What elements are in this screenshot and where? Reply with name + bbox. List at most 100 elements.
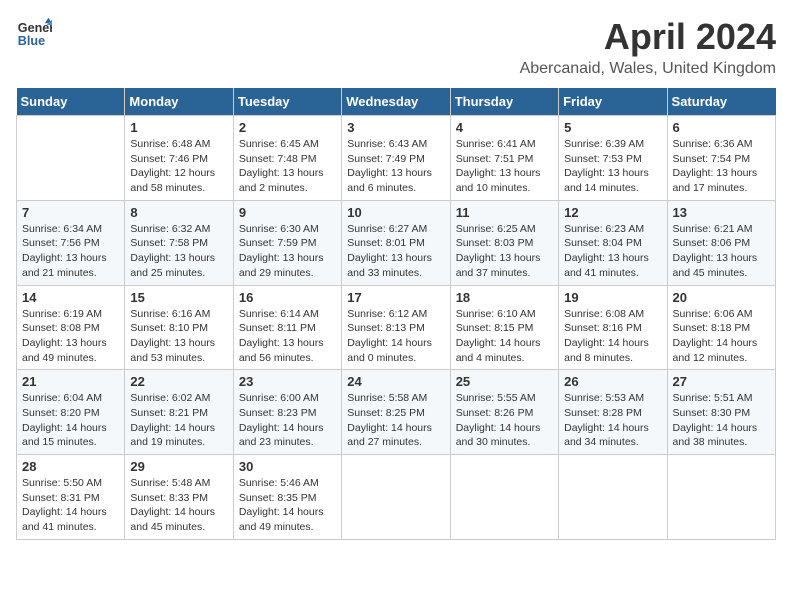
day-info: Sunrise: 6:41 AM Sunset: 7:51 PM Dayligh…: [456, 137, 553, 196]
calendar-cell: 17 Sunrise: 6:12 AM Sunset: 8:13 PM Dayli…: [342, 285, 450, 370]
calendar-cell: 19 Sunrise: 6:08 AM Sunset: 8:16 PM Dayli…: [559, 285, 667, 370]
day-number: 23: [239, 374, 336, 389]
col-header-monday: Monday: [125, 88, 233, 116]
col-header-thursday: Thursday: [450, 88, 558, 116]
day-number: 21: [22, 374, 119, 389]
day-number: 13: [673, 205, 770, 220]
calendar-cell: 2Sunrise: 6:45 AM Sunset: 7:48 PM Daylig…: [233, 116, 341, 201]
day-info: Sunrise: 6:16 AM Sunset: 8:10 PM Dayligh…: [130, 307, 227, 366]
day-info: Sunrise: 6:32 AM Sunset: 7:58 PM Dayligh…: [130, 222, 227, 281]
day-number: 14: [22, 290, 119, 305]
day-info: Sunrise: 5:48 AM Sunset: 8:33 PM Dayligh…: [130, 476, 227, 535]
week-row-2: 7Sunrise: 6:34 AM Sunset: 7:56 PM Daylig…: [17, 200, 776, 285]
day-info: Sunrise: 6:30 AM Sunset: 7:59 PM Dayligh…: [239, 222, 336, 281]
calendar-cell: 23 Sunrise: 6:00 AM Sunset: 8:23 PM Dayli…: [233, 370, 341, 455]
calendar-cell: 26 Sunrise: 5:53 AM Sunset: 8:28 PM Dayli…: [559, 370, 667, 455]
day-number: 12: [564, 205, 661, 220]
calendar-cell: 12Sunrise: 6:23 AM Sunset: 8:04 PM Dayli…: [559, 200, 667, 285]
logo-icon: General Blue: [16, 16, 52, 52]
day-number: 22: [130, 374, 227, 389]
logo: General Blue: [16, 16, 52, 52]
day-number: 7: [22, 205, 119, 220]
day-number: 26: [564, 374, 661, 389]
calendar-cell: [17, 116, 125, 201]
day-number: 29: [130, 459, 227, 474]
day-info: Sunrise: 5:53 AM Sunset: 8:28 PM Dayligh…: [564, 391, 661, 450]
calendar-cell: 7Sunrise: 6:34 AM Sunset: 7:56 PM Daylig…: [17, 200, 125, 285]
day-info: Sunrise: 6:39 AM Sunset: 7:53 PM Dayligh…: [564, 137, 661, 196]
calendar-cell: [667, 455, 775, 540]
calendar-cell: 5 Sunrise: 6:39 AM Sunset: 7:53 PM Daylig…: [559, 116, 667, 201]
calendar-cell: 11 Sunrise: 6:25 AM Sunset: 8:03 PM Dayli…: [450, 200, 558, 285]
day-info: Sunrise: 6:00 AM Sunset: 8:23 PM Dayligh…: [239, 391, 336, 450]
calendar-cell: 6Sunrise: 6:36 AM Sunset: 7:54 PM Daylig…: [667, 116, 775, 201]
day-number: 18: [456, 290, 553, 305]
calendar-cell: 1 Sunrise: 6:48 AM Sunset: 7:46 PM Daylig…: [125, 116, 233, 201]
day-info: Sunrise: 6:06 AM Sunset: 8:18 PM Dayligh…: [673, 307, 770, 366]
calendar-cell: 9 Sunrise: 6:30 AM Sunset: 7:59 PM Daylig…: [233, 200, 341, 285]
calendar-cell: 13 Sunrise: 6:21 AM Sunset: 8:06 PM Dayli…: [667, 200, 775, 285]
col-header-sunday: Sunday: [17, 88, 125, 116]
calendar-cell: [342, 455, 450, 540]
day-info: Sunrise: 6:02 AM Sunset: 8:21 PM Dayligh…: [130, 391, 227, 450]
calendar-cell: 28Sunrise: 5:50 AM Sunset: 8:31 PM Dayli…: [17, 455, 125, 540]
col-header-wednesday: Wednesday: [342, 88, 450, 116]
day-number: 20: [673, 290, 770, 305]
day-info: Sunrise: 6:25 AM Sunset: 8:03 PM Dayligh…: [456, 222, 553, 281]
day-info: Sunrise: 6:19 AM Sunset: 8:08 PM Dayligh…: [22, 307, 119, 366]
calendar-cell: 15 Sunrise: 6:16 AM Sunset: 8:10 PM Dayli…: [125, 285, 233, 370]
header-row: SundayMondayTuesdayWednesdayThursdayFrid…: [17, 88, 776, 116]
day-number: 24: [347, 374, 444, 389]
day-number: 9: [239, 205, 336, 220]
day-info: Sunrise: 6:21 AM Sunset: 8:06 PM Dayligh…: [673, 222, 770, 281]
calendar-cell: 3Sunrise: 6:43 AM Sunset: 7:49 PM Daylig…: [342, 116, 450, 201]
calendar-cell: 4 Sunrise: 6:41 AM Sunset: 7:51 PM Daylig…: [450, 116, 558, 201]
day-number: 17: [347, 290, 444, 305]
col-header-friday: Friday: [559, 88, 667, 116]
calendar-cell: [450, 455, 558, 540]
day-info: Sunrise: 6:08 AM Sunset: 8:16 PM Dayligh…: [564, 307, 661, 366]
day-info: Sunrise: 6:14 AM Sunset: 8:11 PM Dayligh…: [239, 307, 336, 366]
calendar-cell: 20 Sunrise: 6:06 AM Sunset: 8:18 PM Dayli…: [667, 285, 775, 370]
day-number: 8: [130, 205, 227, 220]
day-number: 30: [239, 459, 336, 474]
title-block: April 2024 Abercanaid, Wales, United Kin…: [520, 16, 776, 78]
week-row-5: 28Sunrise: 5:50 AM Sunset: 8:31 PM Dayli…: [17, 455, 776, 540]
day-number: 15: [130, 290, 227, 305]
day-info: Sunrise: 6:27 AM Sunset: 8:01 PM Dayligh…: [347, 222, 444, 281]
day-info: Sunrise: 6:12 AM Sunset: 8:13 PM Dayligh…: [347, 307, 444, 366]
calendar-table: SundayMondayTuesdayWednesdayThursdayFrid…: [16, 88, 776, 540]
day-info: Sunrise: 5:51 AM Sunset: 8:30 PM Dayligh…: [673, 391, 770, 450]
day-info: Sunrise: 6:43 AM Sunset: 7:49 PM Dayligh…: [347, 137, 444, 196]
calendar-cell: 27Sunrise: 5:51 AM Sunset: 8:30 PM Dayli…: [667, 370, 775, 455]
day-number: 25: [456, 374, 553, 389]
day-info: Sunrise: 5:46 AM Sunset: 8:35 PM Dayligh…: [239, 476, 336, 535]
col-header-tuesday: Tuesday: [233, 88, 341, 116]
calendar-cell: 21Sunrise: 6:04 AM Sunset: 8:20 PM Dayli…: [17, 370, 125, 455]
week-row-3: 14 Sunrise: 6:19 AM Sunset: 8:08 PM Dayli…: [17, 285, 776, 370]
calendar-cell: 22 Sunrise: 6:02 AM Sunset: 8:21 PM Dayli…: [125, 370, 233, 455]
calendar-cell: 24 Sunrise: 5:58 AM Sunset: 8:25 PM Dayli…: [342, 370, 450, 455]
day-info: Sunrise: 6:10 AM Sunset: 8:15 PM Dayligh…: [456, 307, 553, 366]
month-title: April 2024: [520, 16, 776, 58]
week-row-1: 1 Sunrise: 6:48 AM Sunset: 7:46 PM Daylig…: [17, 116, 776, 201]
col-header-saturday: Saturday: [667, 88, 775, 116]
day-info: Sunrise: 5:58 AM Sunset: 8:25 PM Dayligh…: [347, 391, 444, 450]
calendar-cell: 18 Sunrise: 6:10 AM Sunset: 8:15 PM Dayli…: [450, 285, 558, 370]
day-number: 10: [347, 205, 444, 220]
day-number: 5: [564, 120, 661, 135]
calendar-cell: 16Sunrise: 6:14 AM Sunset: 8:11 PM Dayli…: [233, 285, 341, 370]
calendar-cell: 30 Sunrise: 5:46 AM Sunset: 8:35 PM Dayli…: [233, 455, 341, 540]
day-number: 6: [673, 120, 770, 135]
day-info: Sunrise: 6:45 AM Sunset: 7:48 PM Dayligh…: [239, 137, 336, 196]
day-info: Sunrise: 6:48 AM Sunset: 7:46 PM Dayligh…: [130, 137, 227, 196]
location-title: Abercanaid, Wales, United Kingdom: [520, 60, 776, 78]
day-number: 1: [130, 120, 227, 135]
day-info: Sunrise: 5:50 AM Sunset: 8:31 PM Dayligh…: [22, 476, 119, 535]
day-number: 4: [456, 120, 553, 135]
day-info: Sunrise: 5:55 AM Sunset: 8:26 PM Dayligh…: [456, 391, 553, 450]
day-number: 11: [456, 205, 553, 220]
day-number: 19: [564, 290, 661, 305]
calendar-cell: 8 Sunrise: 6:32 AM Sunset: 7:58 PM Daylig…: [125, 200, 233, 285]
calendar-cell: 29 Sunrise: 5:48 AM Sunset: 8:33 PM Dayli…: [125, 455, 233, 540]
